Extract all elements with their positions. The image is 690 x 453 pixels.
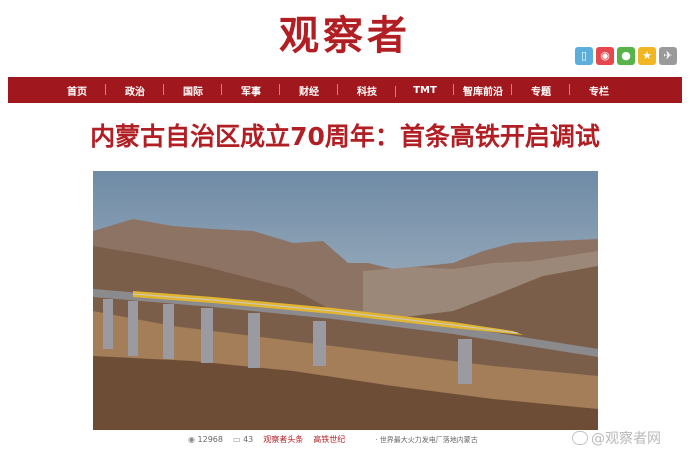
nav-item-military[interactable]: 军事 [221, 83, 280, 98]
star-icon[interactable]: ★ [638, 47, 656, 65]
watermark: @观察者网 [572, 428, 661, 448]
weibo-logo-icon [572, 431, 588, 445]
social-share-bar: ▯ ◉ ● ★ ✈ [575, 47, 677, 65]
nav-item-thinktank[interactable]: 智库前沿 [453, 83, 512, 98]
eye-icon: ◉ [188, 435, 195, 444]
article-photo [93, 171, 598, 430]
nav-item-topics[interactable]: 专题 [511, 83, 570, 98]
comment-icon: ▭ [232, 435, 241, 444]
share-icon[interactable]: ✈ [659, 47, 677, 65]
nav-item-home[interactable]: 首页 [48, 83, 106, 98]
weibo-icon[interactable]: ◉ [596, 47, 614, 65]
tag-link-1[interactable]: 观察者头条 [263, 434, 303, 445]
related-article-link[interactable]: · 世界最大火力发电厂落地内蒙古 [375, 435, 477, 445]
nav-item-tmt[interactable]: TMT [395, 85, 454, 97]
nav-item-columns[interactable]: 专栏 [569, 83, 628, 98]
nav-item-tech[interactable]: 科技 [337, 83, 396, 98]
nav-item-international[interactable]: 国际 [163, 83, 222, 98]
comments-count[interactable]: ▭ 43 [233, 435, 253, 444]
mobile-icon[interactable]: ▯ [575, 47, 593, 65]
article-meta: ◉ 12968 ▭ 43 观察者头条 高铁世纪 · 世界最大火力发电厂落地内蒙古 [188, 434, 478, 445]
views-count: ◉ 12968 [188, 435, 223, 444]
wechat-icon[interactable]: ● [617, 47, 635, 65]
nav-item-politics[interactable]: 政治 [105, 83, 164, 98]
tag-link-2[interactable]: 高铁世纪 [313, 434, 345, 445]
article-headline: 内蒙古自治区成立70周年：首条高铁开启调试 [90, 122, 600, 151]
main-nav: 首页 政治 国际 军事 财经 科技 TMT 智库前沿 专题 专栏 [8, 77, 682, 103]
nav-item-finance[interactable]: 财经 [279, 83, 338, 98]
